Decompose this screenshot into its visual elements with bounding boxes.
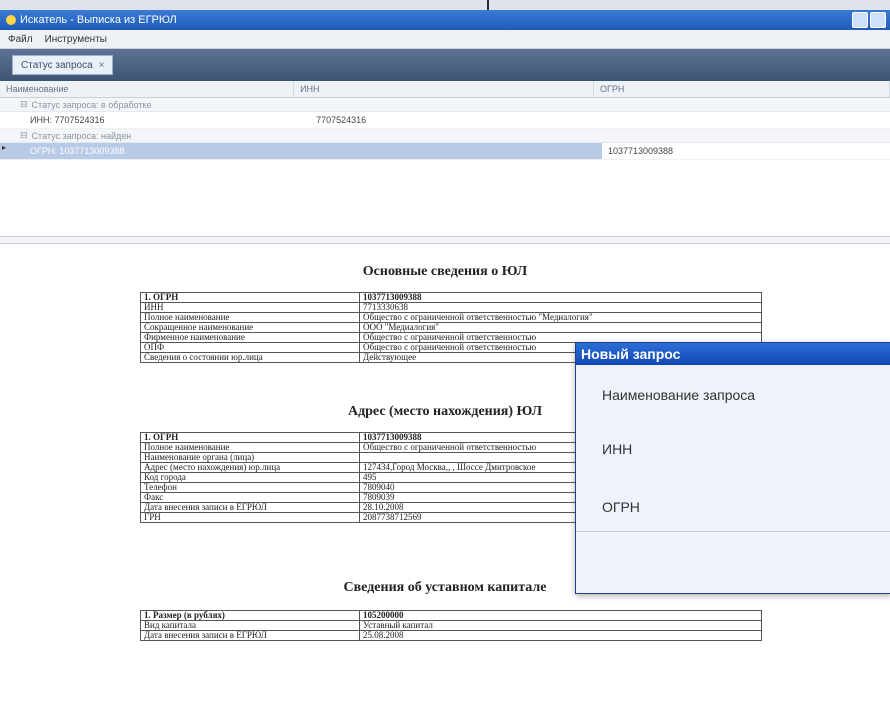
cell-ogrn: 1037713009388 (607, 146, 674, 156)
cell-value: 105200000 (359, 610, 762, 621)
cell-key: Полное наименование (140, 442, 360, 453)
cell-value: 7713330638 (359, 302, 762, 313)
group-chip-label: Статус запроса (21, 59, 93, 71)
cell-key: ИНН (140, 302, 360, 313)
table-row: Полное наименование Общество с ограниченн… (140, 312, 762, 323)
cell-ogrn (602, 112, 890, 128)
column-header-ogrn[interactable]: ОГРН (594, 81, 890, 97)
table-row: Сокращенное наименование ООО "Медиалогия" (140, 322, 762, 333)
cell-key: Фирменное наименование (140, 332, 360, 343)
grid-header: Наименование ИНН ОГРН (0, 81, 890, 98)
close-icon[interactable] (870, 12, 886, 28)
cell-key: 1. Размер (в рублях) (140, 610, 360, 621)
cell-key: ОПФ (140, 342, 360, 353)
menu-tools[interactable]: Инструменты (45, 34, 107, 45)
cell-key: Дата внесения записи в ЕГРЮЛ (140, 502, 360, 513)
cell-value: 25.08.2008 (359, 630, 762, 641)
table-row: ИНН 7713330638 (140, 302, 762, 313)
table-row: Вид капитала Уставный капитал (140, 620, 762, 631)
cell-value: 1037713009388 (359, 292, 762, 303)
request-name-label: Наименование запроса (602, 387, 756, 403)
group-chip-status[interactable]: Статус запроса × (12, 55, 114, 75)
cell-name: ИНН: 7707524316 (30, 115, 105, 125)
dialog-separator (576, 531, 890, 532)
cell-key: Дата внесения записи в ЕГРЮЛ (140, 630, 360, 641)
cell-value: Уставный капитал (359, 620, 762, 631)
cursor-mark (487, 0, 489, 10)
expand-icon[interactable]: ⊟ (20, 99, 28, 110)
column-header-inn[interactable]: ИНН (294, 81, 594, 97)
table-row: 1. Размер (в рублях) 105200000 (140, 610, 762, 621)
table-row: 1. ОГРН 1037713009388 (140, 292, 762, 303)
cell-key: Телефон (140, 482, 360, 493)
cell-key: Наименование органа (лица) (140, 452, 360, 463)
column-header-name[interactable]: Наименование (0, 81, 295, 97)
table-row: Дата внесения записи в ЕГРЮЛ 25.08.2008 (140, 630, 762, 641)
section-title-basic: Основные сведения о ЮЛ (362, 264, 528, 279)
cell-inn (310, 143, 602, 159)
cell-key: 1. ОГРН (140, 292, 360, 303)
inn-label: ИНН (602, 441, 633, 457)
app-icon (6, 15, 16, 25)
cell-value: Общество с ограниченной ответственностью (359, 332, 762, 343)
window-controls (852, 12, 890, 28)
splitter[interactable] (0, 237, 890, 244)
cell-value: Общество с ограниченной ответственностью… (359, 312, 762, 323)
table-row[interactable]: ИНН: 7707524316 7707524316 (0, 112, 890, 129)
cell-key: ГРН (140, 512, 360, 523)
cell-key: Вид капитала (140, 620, 360, 631)
background-window-strip (0, 0, 890, 10)
group-panel: Статус запроса × (0, 49, 890, 81)
table-row-selected[interactable]: ▸ ОГРН: 1037713009388 1037713009388 (0, 143, 890, 160)
table-capital: 1. Размер (в рублях) 105200000 Вид капита… (140, 610, 762, 641)
cell-key: Сокращенное наименование (140, 322, 360, 333)
table-row: Фирменное наименование Общество с огранич… (140, 332, 762, 343)
cell-key: 1. ОГРН (140, 432, 360, 443)
title-bar: Искатель - Выписка из ЕГРЮЛ (0, 10, 890, 30)
menu-bar: Файл Инструменты (0, 30, 890, 49)
window-title: Искатель - Выписка из ЕГРЮЛ (20, 14, 177, 26)
menu-file[interactable]: Файл (8, 34, 33, 45)
grid-empty-area (0, 160, 890, 237)
cell-key: Факс (140, 492, 360, 503)
expand-icon[interactable]: ⊟ (20, 130, 28, 141)
new-request-dialog: Новый запрос Наименование запроса ИНН ОГ… (575, 342, 890, 594)
group-label: Статус запроса: найден (31, 130, 132, 141)
cell-key: Код города (140, 472, 360, 483)
minimize-icon[interactable] (852, 12, 868, 28)
cell-key: Адрес (место нахождения) юр.лица (140, 462, 360, 473)
cell-key: Полное наименование (140, 312, 360, 323)
cell-name: ОГРН: 1037713009388 (0, 143, 311, 159)
remove-group-icon[interactable]: × (99, 60, 105, 71)
group-row-found[interactable]: ⊟ Статус запроса: найден (0, 129, 890, 143)
cell-key: Сведения о состоянии юр.лица (140, 352, 360, 363)
ogrn-label: ОГРН (602, 499, 640, 515)
row-indicator-icon: ▸ (2, 143, 7, 152)
cell-value: ООО "Медиалогия" (359, 322, 762, 333)
group-row-processing[interactable]: ⊟ Статус запроса: в обработке (0, 98, 890, 112)
cell-inn: 7707524316 (316, 115, 367, 125)
results-grid: Наименование ИНН ОГРН ⊟ Статус запроса: … (0, 81, 890, 237)
group-label: Статус запроса: в обработке (31, 99, 152, 110)
dialog-title[interactable]: Новый запрос (576, 343, 890, 365)
